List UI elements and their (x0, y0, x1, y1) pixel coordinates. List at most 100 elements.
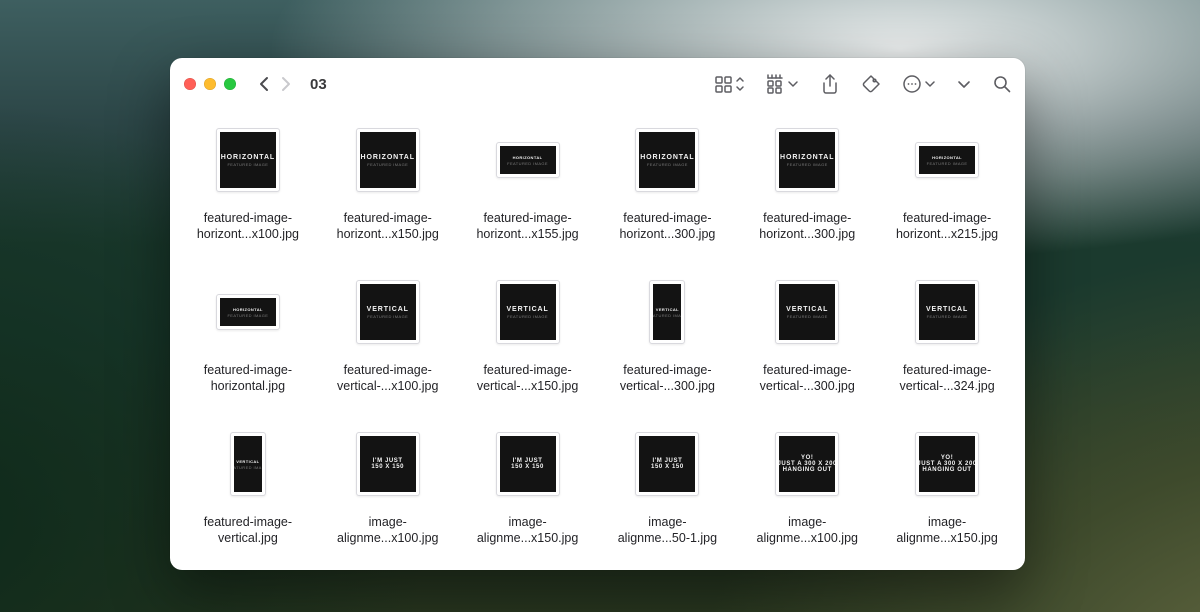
thumb-text-line1: HORIZONTAL (780, 154, 834, 161)
thumb-text-line2: 150 X 150 (371, 464, 404, 470)
thumb-text-line2: 150 X 150 (651, 464, 684, 470)
thumb-text-line2: FEATURED IMAGE (507, 161, 548, 166)
file-thumbnail: HORIZONTALFEATURED IMAGE (915, 142, 979, 178)
file-name-label: featured-image-horizont...300.jpg (759, 210, 855, 242)
file-item[interactable]: HORIZONTALFEATURED IMAGE featured-image-h… (599, 116, 735, 264)
thumb-text-line1: HORIZONTAL (640, 154, 694, 161)
file-thumbnail: HORIZONTALFEATURED IMAGE (635, 128, 699, 192)
file-item[interactable]: HORIZONTALFEATURED IMAGE featured-image-h… (879, 116, 1015, 264)
finder-window: 03 (170, 58, 1025, 570)
desktop-wallpaper: 03 (0, 0, 1200, 612)
view-mode-button[interactable] (715, 74, 745, 94)
file-icon-grid[interactable]: HORIZONTALFEATURED IMAGEfeatured-image-h… (170, 110, 1025, 570)
thumb-text-line1: VERTICAL (506, 306, 548, 313)
toolbar-overflow-button[interactable] (957, 77, 971, 91)
file-thumbnail: VERTICALFEATURED IMAGE (775, 280, 839, 344)
file-thumbnail: HORIZONTALFEATURED IMAGE (216, 128, 280, 192)
thumb-text-line2: FEATURED IMAGE (227, 313, 268, 318)
file-thumbnail: VERTICALFEATURED IMAGE (915, 280, 979, 344)
thumb-text-line1: HORIZONTAL (513, 155, 543, 160)
file-thumbnail: VERTICALFEATURED IMAGE (496, 280, 560, 344)
file-item[interactable]: I'M JUST150 X 150 image-alignme...x100.jp… (320, 420, 456, 568)
file-item[interactable]: VERTICALFEATURED IMAGE featured-image-ver… (879, 268, 1015, 416)
thumb-text-line2: FEATURED IMAGE (507, 314, 548, 319)
thumb-text-line2: FEATURED IMAGE (647, 162, 688, 167)
file-thumbnail: I'M JUST150 X 150 (635, 432, 699, 496)
file-name-label: image-alignme...x150.jpg (896, 514, 997, 546)
thumb-text-line1: VERTICAL (926, 306, 968, 313)
thumb-text-line1: HORIZONTAL (221, 154, 275, 161)
nav-arrows (258, 75, 292, 93)
file-thumbnail: YO!JUST A 300 X 200HANGING OUT (775, 432, 839, 496)
group-by-button[interactable] (767, 74, 799, 94)
back-button[interactable] (258, 75, 270, 93)
file-thumbnail: I'M JUST150 X 150 (356, 432, 420, 496)
file-name-label: featured-image-horizont...x215.jpg (896, 210, 998, 242)
file-item[interactable]: YO!JUST A 300 X 200HANGING OUT image-alig… (739, 420, 875, 568)
file-thumbnail: VERTICALFEATURED IMAGE (356, 280, 420, 344)
file-item[interactable]: I'M JUST150 X 150image-alignme...50-1.jp… (599, 420, 735, 568)
action-menu-button[interactable] (903, 74, 935, 94)
thumb-text-line2: FEATURED IMAGE (927, 314, 968, 319)
thumb-text-line2: FEATURED IMAGE (234, 465, 262, 470)
edit-tags-button[interactable] (861, 74, 881, 94)
thumb-text-line2: FEATURED IMAGE (367, 162, 408, 167)
file-name-label: image-alignme...x100.jpg (757, 514, 858, 546)
file-thumbnail: I'M JUST150 X 150 (496, 432, 560, 496)
file-item[interactable]: HORIZONTALFEATURED IMAGE featured-image-h… (180, 268, 316, 416)
thumb-text-line2: FEATURED IMAGE (227, 162, 268, 167)
minimize-window-button[interactable] (204, 78, 216, 90)
file-item[interactable]: VERTICALFEATURED IMAGE featured-image-ver… (320, 268, 456, 416)
thumb-text-line2: 150 X 150 (511, 464, 544, 470)
file-item[interactable]: VERTICALFEATURED IMAGE featured-image-ver… (599, 268, 735, 416)
window-title: 03 (310, 76, 327, 93)
thumb-text-line2: FEATURED IMAGE (653, 313, 681, 318)
file-thumbnail: YO!JUST A 300 X 200HANGING OUT (915, 432, 979, 496)
file-name-label: featured-image-horizontal.jpg (204, 362, 292, 394)
file-item[interactable]: HORIZONTALFEATURED IMAGEfeatured-image-h… (460, 116, 596, 264)
thumb-text-line2: FEATURED IMAGE (927, 161, 968, 166)
file-item[interactable]: I'M JUST150 X 150 image-alignme...x150.jp… (460, 420, 596, 568)
file-name-label: featured-image-horizont...300.jpg (619, 210, 715, 242)
thumb-text-line3: HANGING OUT (922, 467, 971, 473)
file-name-label: featured-image-vertical-...300.jpg (760, 362, 855, 394)
file-name-label: image-alignme...x150.jpg (477, 514, 578, 546)
file-name-label: featured-image-horizont...x100.jpg (197, 210, 299, 242)
close-window-button[interactable] (184, 78, 196, 90)
thumb-text-line1: HORIZONTAL (233, 307, 263, 312)
thumb-text-line2: FEATURED IMAGE (787, 162, 828, 167)
thumb-text-line1: VERTICAL (656, 307, 679, 312)
file-item[interactable]: HORIZONTALFEATURED IMAGE featured-image-h… (180, 116, 316, 264)
file-name-label: featured-image-vertical.jpg (204, 514, 292, 546)
file-item[interactable]: HORIZONTALFEATURED IMAGE featured-image-h… (739, 116, 875, 264)
file-name-label: featured-image-vertical-...x150.jpg (477, 362, 578, 394)
file-item[interactable]: HORIZONTALFEATURED IMAGE featured-image-h… (320, 116, 456, 264)
file-name-label: featured-image-vertical-...300.jpg (620, 362, 715, 394)
file-item[interactable]: VERTICALFEATURED IMAGE featured-image-ver… (739, 268, 875, 416)
file-name-label: featured-image-vertical-...324.jpg (899, 362, 994, 394)
file-thumbnail: HORIZONTALFEATURED IMAGE (356, 128, 420, 192)
thumb-text-line1: VERTICAL (367, 306, 409, 313)
file-thumbnail: VERTICALFEATURED IMAGE (230, 432, 266, 496)
share-button[interactable] (821, 74, 839, 94)
thumb-text-line2: FEATURED IMAGE (787, 314, 828, 319)
thumb-text-line1: VERTICAL (236, 459, 259, 464)
thumb-text-line2: FEATURED IMAGE (367, 314, 408, 319)
file-name-label: image-alignme...x100.jpg (337, 514, 438, 546)
file-name-label: featured-image-vertical-...x100.jpg (337, 362, 438, 394)
file-thumbnail: HORIZONTALFEATURED IMAGE (496, 142, 560, 178)
file-thumbnail: HORIZONTALFEATURED IMAGE (775, 128, 839, 192)
file-thumbnail: VERTICALFEATURED IMAGE (649, 280, 685, 344)
file-item[interactable]: YO!JUST A 300 X 200HANGING OUT image-alig… (879, 420, 1015, 568)
zoom-window-button[interactable] (224, 78, 236, 90)
thumb-text-line1: HORIZONTAL (361, 154, 415, 161)
forward-button[interactable] (280, 75, 292, 93)
file-item[interactable]: VERTICALFEATURED IMAGE featured-image-ver… (460, 268, 596, 416)
window-controls (184, 78, 236, 90)
thumb-text-line1: VERTICAL (786, 306, 828, 313)
finder-toolbar: 03 (170, 58, 1025, 110)
thumb-text-line3: HANGING OUT (783, 467, 832, 473)
file-item[interactable]: VERTICALFEATURED IMAGE featured-image-ver… (180, 420, 316, 568)
file-name-label: featured-image-horizont...x150.jpg (337, 210, 439, 242)
search-button[interactable] (993, 75, 1011, 93)
